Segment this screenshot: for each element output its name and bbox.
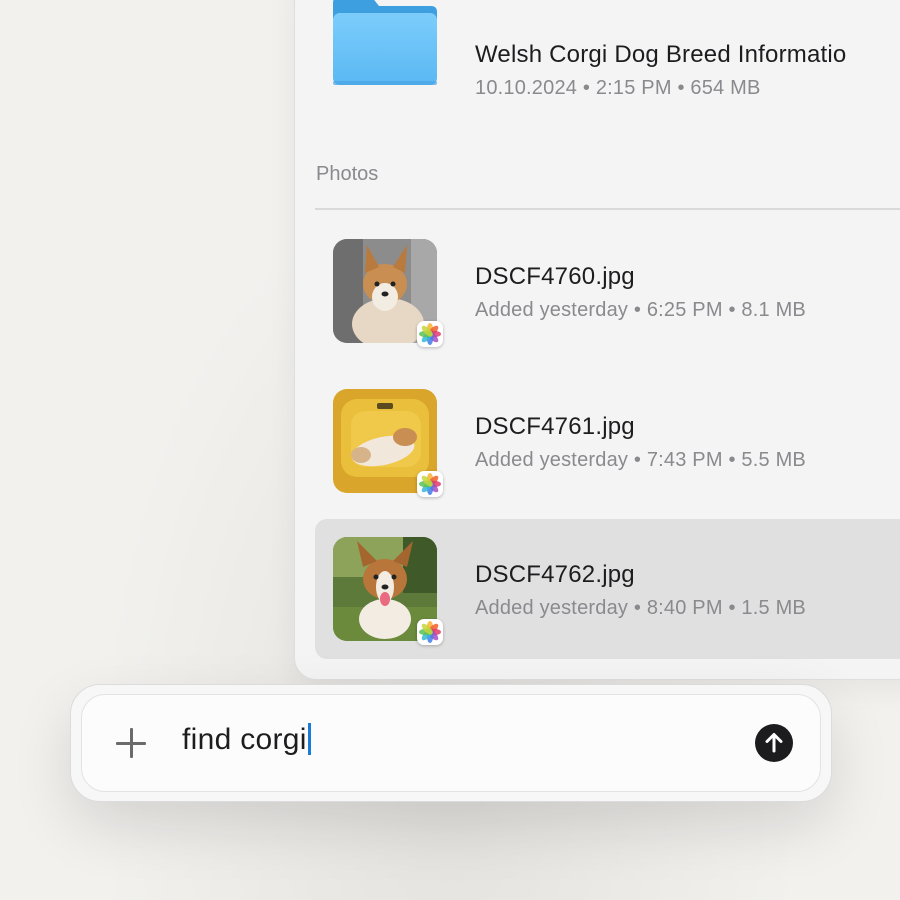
photos-app-icon (417, 619, 443, 645)
result-row-folder[interactable]: Welsh Corgi Dog Breed Informatio 10.10.2… (315, 0, 900, 111)
result-title: DSCF4760.jpg (475, 263, 635, 290)
result-title: DSCF4761.jpg (475, 413, 635, 440)
result-meta: Added yesterday • 6:25 PM • 8.1 MB (475, 299, 806, 321)
result-title: DSCF4762.jpg (475, 561, 635, 588)
plus-icon[interactable] (116, 728, 146, 758)
folder-icon (333, 0, 437, 85)
section-label-photos: Photos (316, 163, 379, 185)
result-row-photo-selected[interactable]: DSCF4762.jpg Added yesterday • 8:40 PM •… (315, 519, 900, 659)
result-row-photo[interactable]: DSCF4760.jpg Added yesterday • 6:25 PM •… (315, 221, 900, 361)
result-row-photo[interactable]: DSCF4761.jpg Added yesterday • 7:43 PM •… (315, 371, 900, 511)
section-divider (315, 208, 900, 210)
result-meta: Added yesterday • 7:43 PM • 5.5 MB (475, 449, 806, 471)
result-meta: 10.10.2024 • 2:15 PM • 654 MB (475, 77, 761, 99)
query-text: find corgi (182, 723, 307, 756)
stage: Welsh Corgi Dog Breed Informatio 10.10.2… (0, 0, 900, 900)
photos-app-icon (417, 321, 443, 347)
query-text-container: find corgi (182, 723, 311, 757)
result-meta: Added yesterday • 8:40 PM • 1.5 MB (475, 597, 806, 619)
text-caret (307, 723, 311, 755)
send-button[interactable] (755, 724, 793, 762)
photos-app-icon (417, 471, 443, 497)
search-results-panel: Welsh Corgi Dog Breed Informatio 10.10.2… (294, 0, 900, 680)
prompt-bar: find corgi (70, 684, 832, 802)
result-title: Welsh Corgi Dog Breed Informatio (475, 41, 847, 68)
prompt-input[interactable]: find corgi (81, 694, 821, 792)
arrow-up-icon (765, 733, 783, 753)
